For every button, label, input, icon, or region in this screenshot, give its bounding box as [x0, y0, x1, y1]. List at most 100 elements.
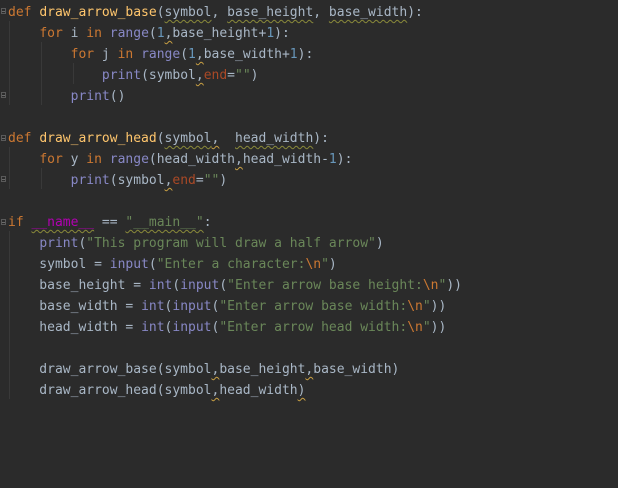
code-token: y: [62, 152, 87, 167]
code-token: j: [94, 47, 118, 62]
fold-icon[interactable]: [1, 219, 6, 225]
code-token: def: [8, 131, 32, 146]
code-token: __name__: [31, 215, 95, 230]
code-token: ):: [297, 47, 314, 62]
code-token: =: [195, 173, 204, 188]
code-token: head_width: [235, 131, 314, 146]
code-line[interactable]: print(symbol,end=""): [8, 65, 259, 86]
code-token: end: [172, 173, 196, 188]
code-token: ,: [195, 47, 204, 62]
code-editor[interactable]: def draw_arrow_base(symbol, base_height,…: [0, 0, 618, 488]
code-token: 1: [188, 47, 196, 62]
code-token: ): [297, 383, 306, 398]
code-token: def: [8, 5, 32, 20]
code-token: ,: [235, 152, 243, 167]
code-token: for: [39, 152, 63, 167]
code-line[interactable]: for i in range(1,base_height+1):: [8, 23, 290, 44]
code-line[interactable]: def draw_arrow_base(symbol, base_height,…: [8, 2, 423, 23]
code-token: base_height+: [172, 26, 267, 41]
code-line[interactable]: base_height = int(input("Enter arrow bas…: [8, 275, 462, 296]
code-line[interactable]: draw_arrow_base(symbol,base_height,base_…: [8, 359, 399, 380]
code-token: (symbol: [109, 173, 165, 188]
code-token: (head_width: [148, 152, 235, 167]
code-line[interactable]: for j in range(1,base_width+1):: [8, 44, 314, 65]
code-token: base_width: [328, 5, 408, 20]
code-token: end: [203, 68, 228, 83]
code-token: input: [109, 257, 149, 272]
code-token: ,: [211, 5, 228, 20]
code-token: in: [117, 47, 134, 62]
code-token: )): [430, 320, 447, 335]
code-token: draw_arrow_head(symbol: [8, 383, 212, 398]
code-token: ): [375, 236, 384, 251]
code-token: ):: [274, 26, 290, 41]
code-token: base_height: [227, 5, 314, 20]
code-token: base_width): [313, 362, 400, 377]
code-line[interactable]: base_width = int(input("Enter arrow base…: [8, 296, 446, 317]
code-token: ,: [195, 68, 204, 83]
fold-icon[interactable]: [1, 8, 6, 14]
code-token: (: [219, 278, 228, 293]
code-token: ": [422, 299, 431, 314]
code-line[interactable]: symbol = input("Enter a character:\n"): [8, 254, 336, 275]
fold-icon[interactable]: [1, 92, 6, 98]
code-token: symbol: [164, 131, 212, 146]
code-token: for: [70, 47, 95, 62]
code-token: ): [219, 173, 228, 188]
code-token: base_height =: [8, 278, 149, 293]
code-token: ,: [313, 5, 329, 20]
code-token: (: [148, 26, 157, 41]
code-token: input: [172, 320, 212, 335]
code-token: 1: [266, 26, 275, 41]
code-line[interactable]: draw_arrow_head(symbol,head_width): [8, 380, 305, 401]
code-token: draw_arrow_base(symbol: [8, 362, 212, 377]
code-token: symbol =: [8, 257, 110, 272]
code-line[interactable]: head_width = int(input("Enter arrow head…: [8, 317, 446, 338]
code-token: print: [39, 236, 79, 251]
code-token: "Enter arrow head width:: [219, 320, 408, 335]
code-token: print: [70, 173, 110, 188]
code-token: "Enter a character:: [156, 257, 306, 272]
fold-icon[interactable]: [1, 135, 6, 141]
code-line[interactable]: print(): [8, 86, 126, 107]
code-token: int: [141, 299, 165, 314]
fold-gutter: [0, 0, 8, 488]
code-token: "Enter arrow base height:: [227, 278, 423, 293]
code-token: if: [8, 215, 24, 230]
code-line[interactable]: for y in range(head_width,head_width-1):: [8, 149, 352, 170]
code-line[interactable]: print(symbol,end=""): [8, 170, 228, 191]
code-token: 1: [328, 152, 337, 167]
code-token: ==: [94, 215, 126, 230]
code-token: print: [101, 68, 142, 83]
code-token: int: [148, 278, 173, 293]
code-line[interactable]: def draw_arrow_head(symbol, head_width):: [8, 128, 329, 149]
code-token: "__main__": [125, 215, 204, 230]
code-token: \n: [407, 299, 423, 314]
code-token: input: [180, 278, 220, 293]
code-token: (: [156, 131, 165, 146]
code-line[interactable]: print("This program will draw a half arr…: [8, 233, 384, 254]
code-token: ): [250, 68, 259, 83]
code-token: in: [86, 152, 102, 167]
code-token: range: [109, 152, 149, 167]
code-line[interactable]: if __name__ == "__main__":: [8, 212, 212, 233]
code-token: for: [39, 26, 63, 41]
code-token: "Enter arrow base width:: [219, 299, 408, 314]
code-token: draw_arrow_head: [39, 131, 157, 146]
code-token: (): [109, 89, 126, 104]
code-token: 1: [289, 47, 298, 62]
code-token: input: [172, 299, 212, 314]
code-token: base_height: [219, 362, 306, 377]
code-token: i: [62, 26, 87, 41]
fold-icon[interactable]: [1, 176, 6, 182]
code-token: 1: [156, 26, 165, 41]
code-token: range: [109, 26, 149, 41]
